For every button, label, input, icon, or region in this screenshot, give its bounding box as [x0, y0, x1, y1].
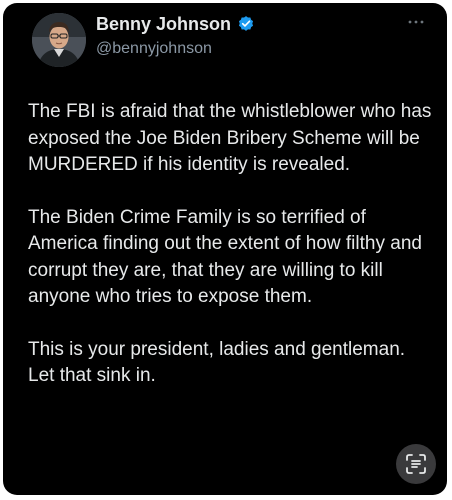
live-text-scan-icon	[406, 454, 426, 474]
tweet-text: The FBI is afraid that the whistleblower…	[28, 99, 432, 390]
author-handle[interactable]: @bennyjohnson	[96, 39, 212, 59]
more-options-icon[interactable]	[405, 15, 427, 29]
verified-badge-icon	[237, 15, 255, 33]
author-name-row: Benny Johnson	[96, 13, 255, 35]
author-display-name[interactable]: Benny Johnson	[96, 13, 231, 35]
tweet-paragraph-1: The FBI is afraid that the whistleblower…	[28, 101, 432, 175]
avatar[interactable]	[32, 13, 86, 67]
tweet-card: Benny Johnson @bennyjohnson The FBI is a…	[3, 3, 447, 495]
tweet-paragraph-2: The Biden Crime Family is so terrified o…	[28, 206, 422, 308]
tweet-paragraph-3: This is your president, ladies and gentl…	[28, 338, 406, 387]
live-text-scan-button[interactable]	[396, 444, 436, 484]
avatar-image	[32, 13, 86, 67]
